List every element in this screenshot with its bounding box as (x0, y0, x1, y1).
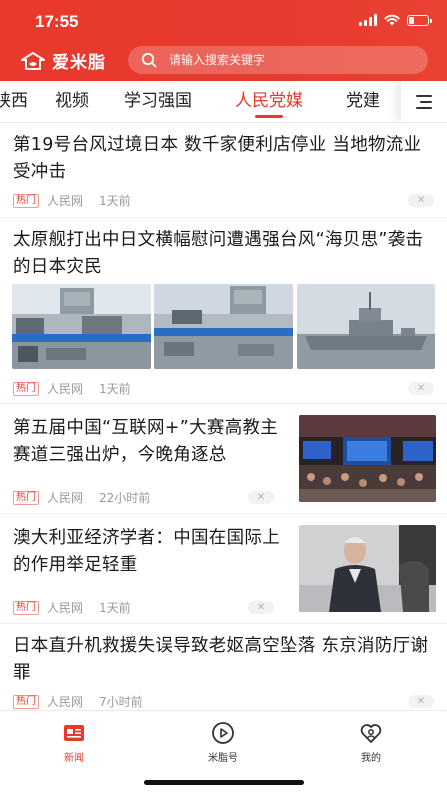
news-item[interactable]: 第五届中国“互联网+”大赛高教主赛道三强出炉，今晚角逐总 热门 人民网 22小时… (0, 403, 447, 514)
news-source: 人民网 (47, 695, 84, 709)
news-source: 人民网 (47, 491, 84, 505)
home-indicator (144, 780, 304, 785)
news-time: 1天前 (99, 601, 131, 615)
news-meta: 热门 人民网 1天前 (13, 380, 131, 397)
nav-news-label: 新闻 (64, 753, 84, 764)
signal-icon (359, 14, 377, 26)
news-item[interactable]: 澳大利亚经济学者：中国在国际上的作用举足轻重 热门 人民网 1天前 ✕ (0, 513, 447, 624)
news-meta: 热门 人民网 22小时前 (13, 489, 150, 506)
nav-mizhihao[interactable]: 米脂号 (183, 721, 263, 764)
logo-mark-icon (21, 51, 45, 70)
tab-shaanxi[interactable]: 陕西 (0, 81, 28, 122)
hot-badge: 热门 (13, 600, 39, 615)
hot-badge: 热门 (13, 490, 39, 505)
logo-text: 爱米脂 (52, 53, 106, 73)
news-item[interactable]: 日本直升机救援失误导致老妪高空坠落 东京消防厅谢罪 热门 人民网 7小时前 ✕ (0, 623, 447, 710)
news-source: 人民网 (47, 194, 84, 208)
tab-dangjian[interactable]: 党建 (346, 81, 380, 122)
search-bar[interactable] (128, 46, 428, 74)
nav-mizhihao-label: 米脂号 (208, 753, 238, 764)
news-image (299, 525, 436, 612)
news-title[interactable]: 澳大利亚经济学者：中国在国际上的作用举足轻重 (13, 525, 293, 579)
news-source: 人民网 (47, 601, 84, 615)
dismiss-button[interactable]: ✕ (408, 695, 434, 708)
news-time: 1天前 (99, 382, 131, 396)
hot-badge: 热门 (13, 381, 39, 396)
search-icon (141, 52, 157, 68)
wifi-icon (384, 14, 400, 26)
news-title[interactable]: 太原舰打出中日文横幅慰问遭遇强台风“海贝思”袭击的日本灾民 (13, 227, 438, 281)
hot-badge: 热门 (13, 694, 39, 709)
news-image (297, 284, 435, 369)
news-time: 7小时前 (99, 695, 143, 709)
tab-renmin-dangmei[interactable]: 人民党媒 (235, 81, 303, 122)
search-input[interactable] (167, 52, 411, 68)
nav-mine[interactable]: 我的 (331, 721, 411, 764)
news-title[interactable]: 日本直升机救援失误导致老妪高空坠落 东京消防厅谢罪 (13, 633, 438, 687)
news-item[interactable]: 太原舰打出中日文横幅慰问遭遇强台风“海贝思”袭击的日本灾民 热门 人民网 1天前… (0, 217, 447, 404)
channel-tabs: 陕西 视频 学习强国 人民党媒 党建 (0, 81, 447, 123)
news-meta: 热门 人民网 1天前 (13, 599, 131, 616)
news-meta: 热门 人民网 7小时前 (13, 693, 143, 710)
dismiss-button[interactable]: ✕ (248, 491, 274, 504)
tab-xuexi-qiangguo[interactable]: 学习强国 (124, 81, 192, 122)
dismiss-button[interactable]: ✕ (408, 194, 434, 207)
news-meta: 热门 人民网 1天前 (13, 192, 131, 209)
news-time: 22小时前 (99, 491, 151, 505)
nav-news[interactable]: 新闻 (34, 721, 114, 764)
tab-video[interactable]: 视频 (55, 81, 89, 122)
dismiss-button[interactable]: ✕ (408, 382, 434, 395)
dismiss-button[interactable]: ✕ (248, 601, 274, 614)
news-item[interactable]: 第19号台风过境日本 数千家便利店停业 当地物流业受冲击 热门 人民网 1天前 … (0, 122, 447, 218)
app-logo: 爱米脂 (20, 48, 106, 73)
hot-badge: 热门 (13, 193, 39, 208)
news-image (154, 284, 293, 369)
news-title[interactable]: 第五届中国“互联网+”大赛高教主赛道三强出炉，今晚角逐总 (13, 415, 293, 469)
news-feed: 第19号台风过境日本 数千家便利店停业 当地物流业受冲击 热门 人民网 1天前 … (0, 122, 447, 710)
news-icon (64, 725, 84, 741)
news-time: 1天前 (99, 194, 131, 208)
news-source: 人民网 (47, 382, 84, 396)
heart-person-icon (360, 724, 382, 743)
channel-menu-button[interactable] (401, 81, 447, 122)
news-image (12, 284, 151, 369)
app-header: 17:55 爱米脂 (0, 0, 447, 81)
news-title[interactable]: 第19号台风过境日本 数千家便利店停业 当地物流业受冲击 (13, 132, 438, 186)
status-time: 17:55 (35, 12, 79, 31)
status-icons (359, 14, 432, 26)
nav-mine-label: 我的 (361, 753, 381, 764)
play-circle-icon (212, 722, 234, 744)
news-image (299, 415, 436, 502)
battery-icon (407, 14, 432, 26)
